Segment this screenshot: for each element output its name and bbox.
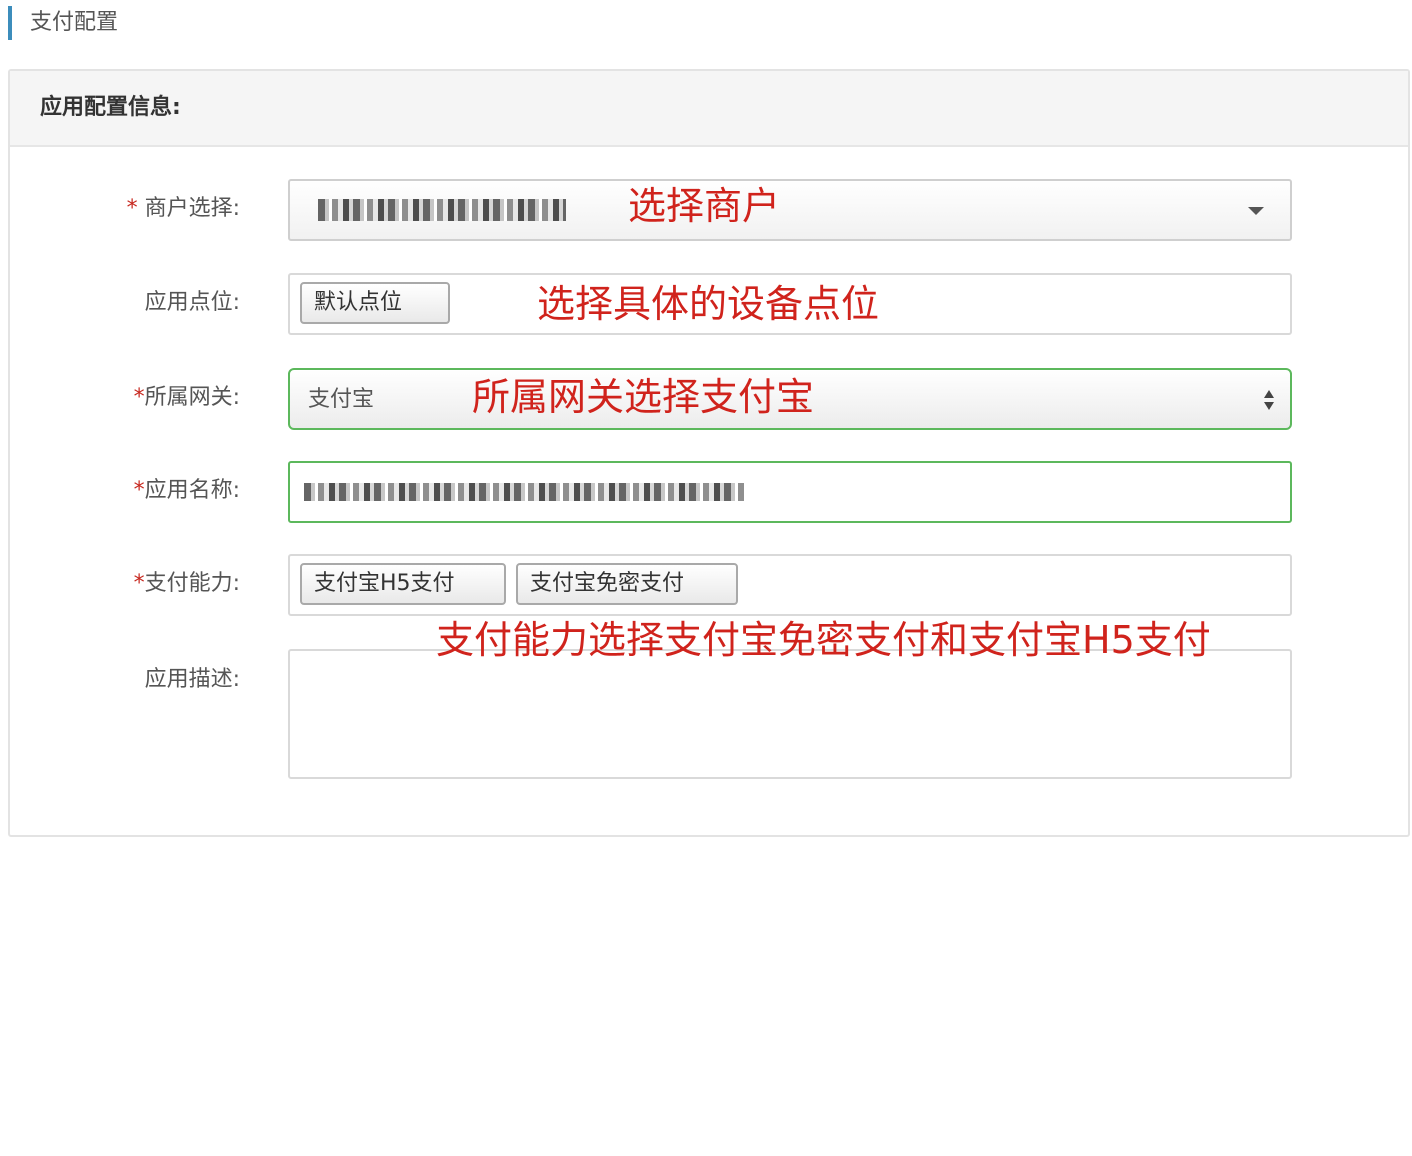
gateway-selected-value: 支付宝 [308,387,375,412]
capability-tag-input[interactable]: 支付宝H5支付 支付宝免密支付 [288,554,1292,616]
select-arrows-icon[interactable] [1264,390,1274,412]
capability-tag-passwordless[interactable]: 支付宝免密支付 [516,563,738,605]
app-name-label: *应用名称: [10,475,240,507]
annotation-capability: 支付能力选择支付宝免密支付和支付宝H5支付 [436,618,1211,662]
merchant-select[interactable] [288,179,1292,241]
description-textarea[interactable] [288,649,1292,779]
required-mark: * [133,478,145,503]
app-name-redacted-value [304,483,744,501]
merchant-label: * 商户选择: [10,193,240,225]
capability-label: *支付能力: [10,568,240,600]
merchant-redacted-value [318,199,566,221]
gateway-label-text: 所属网关: [144,385,240,410]
required-mark: * [133,571,145,596]
point-label: 应用点位: [144,290,240,315]
gateway-label: *所属网关: [10,382,240,414]
panel-heading: 应用配置信息: [10,71,1408,147]
app-name-label-text: 应用名称: [144,478,240,503]
description-label: 应用描述: [144,667,240,692]
chevron-down-icon[interactable] [1248,207,1264,215]
capability-tag-h5[interactable]: 支付宝H5支付 [300,563,506,605]
required-mark: * [133,385,145,410]
annotation-point: 选择具体的设备点位 [537,282,880,326]
app-name-input[interactable] [288,461,1292,523]
annotation-merchant: 选择商户 [628,184,781,228]
point-tag[interactable]: 默认点位 [300,282,450,324]
page-title: 支付配置 [8,6,118,40]
annotation-gateway: 所属网关选择支付宝 [472,375,815,419]
merchant-label-text: 商户选择: [144,196,240,221]
capability-label-text: 支付能力: [144,571,240,596]
required-mark: * [126,196,138,221]
page-title-text: 支付配置 [30,10,119,35]
